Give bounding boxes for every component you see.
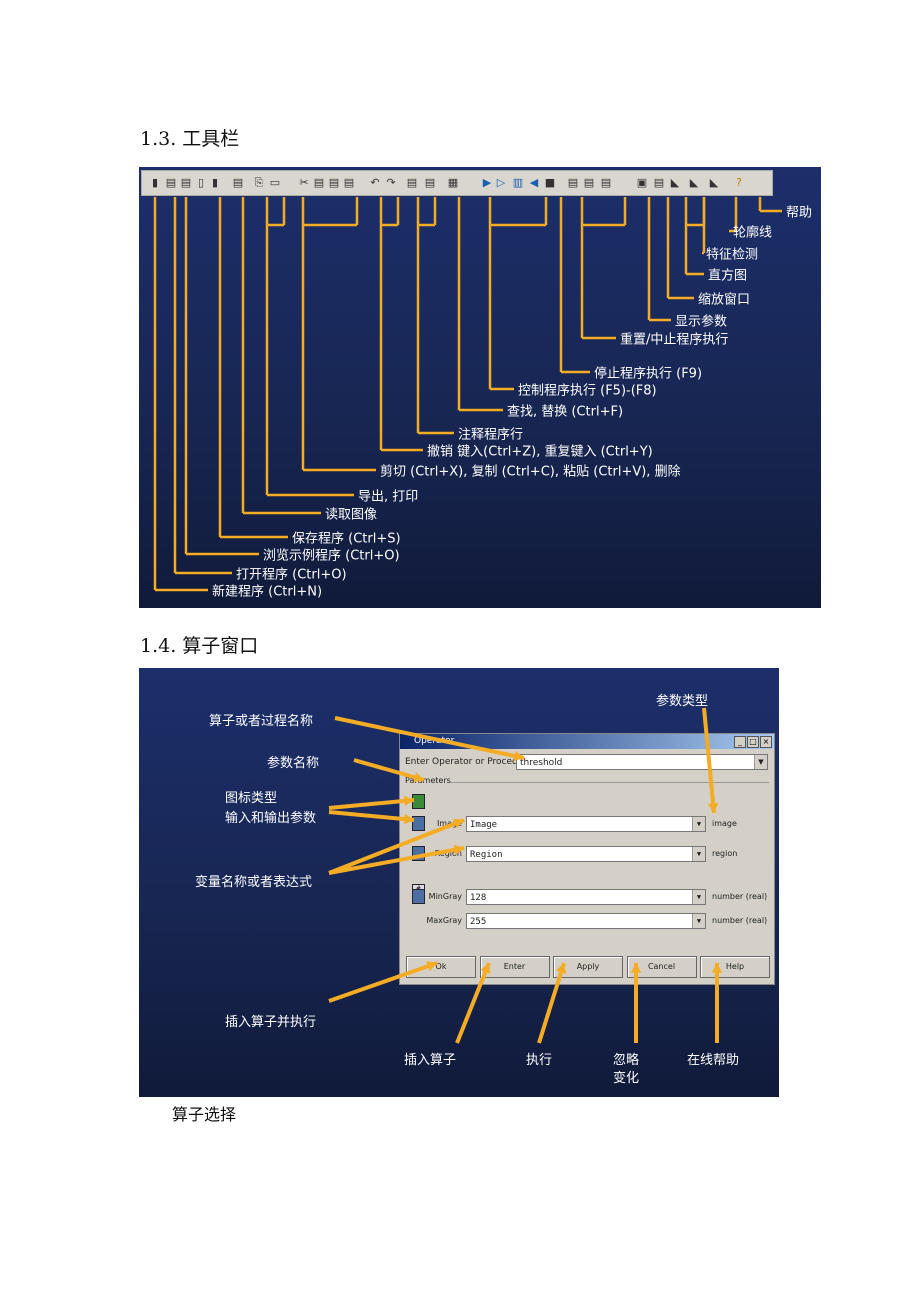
callout-label: 读取图像 <box>325 507 378 523</box>
arrow-line <box>537 962 566 1044</box>
arrow-head <box>630 963 642 973</box>
callout-label: 直方图 <box>708 268 748 284</box>
arrow-line <box>353 758 425 782</box>
callout-lines <box>153 197 782 592</box>
callout-label: 控制程序执行 (F5)-(F8) <box>518 383 657 399</box>
annotation-var-name: 变量名称或者表达式 <box>195 875 313 890</box>
callout-label: 缩放窗口 <box>698 292 751 308</box>
arrow-head <box>403 795 414 807</box>
callout-label: 轮廓线 <box>733 225 773 241</box>
annotation-icon-type: 图标类型 <box>225 791 278 806</box>
arrow-head <box>711 963 723 973</box>
arrow-head <box>707 802 719 813</box>
callout-label: 显示参数 <box>675 314 728 330</box>
annotation-op-name: 算子或者过程名称 <box>209 714 314 729</box>
annotation-ignore2: 变化 <box>613 1071 640 1086</box>
annotation-param-type: 参数类型 <box>656 694 709 709</box>
callout-label: 剪切 (Ctrl+X), 复制 (Ctrl+C), 粘贴 (Ctrl+V), 删… <box>380 464 681 480</box>
toolbar-figure: ▮ ▤ ▤ ▯ ▮ ▤ ⎘ ▭ ✂ ▤ ▤ ▤ ↶ ↷ ▤ ▤ ▦ ▶ ▷ ▥ ◀ ■ ▤ ▤ ▤ ▣ ▤ ◣ ◣ ◣? 帮助 轮廓线 特征检… <box>139 167 821 608</box>
arrow-head <box>403 813 414 825</box>
arrow-line <box>328 798 415 810</box>
callout-label: 浏览示例程序 (Ctrl+O) <box>263 548 400 564</box>
arrow-line <box>328 846 465 875</box>
arrow-line <box>455 962 491 1044</box>
annotation-execute: 执行 <box>526 1053 553 1068</box>
arrow-line <box>702 707 716 814</box>
section-heading-operator: 1.4. 算子窗口 <box>140 635 259 657</box>
caption: 算子选择 <box>172 1105 237 1124</box>
callout-label: 帮助 <box>786 205 813 221</box>
callout-label: 特征检测 <box>706 247 759 263</box>
callout-label: 查找, 替换 (Ctrl+F) <box>507 404 624 420</box>
arrow-line <box>334 716 525 760</box>
section-heading-toolbar: 1.3. 工具栏 <box>140 128 240 150</box>
arrow-line <box>328 818 465 875</box>
arrow-line <box>328 961 438 1003</box>
callout-label: 新建程序 (Ctrl+N) <box>212 584 323 600</box>
arrow-line <box>328 810 415 822</box>
callout-label: 导出, 打印 <box>358 489 419 505</box>
annotation-io-params: 输入和输出参数 <box>225 811 317 826</box>
annotation-param-name: 参数名称 <box>267 756 320 771</box>
callout-label: 撤销 键入(Ctrl+Z), 重复键入 (Ctrl+Y) <box>427 444 653 460</box>
annotation-insert: 插入算子 <box>404 1053 457 1068</box>
annotation-insert-run: 插入算子并执行 <box>225 1015 317 1030</box>
operator-figure: Operator _ □ × Enter Operator or Procedu… <box>139 668 779 1097</box>
annotation-ignore1: 忽略 <box>613 1053 640 1068</box>
callout-label: 重置/中止程序执行 <box>620 332 729 348</box>
annotation-online-help: 在线帮助 <box>687 1053 740 1068</box>
